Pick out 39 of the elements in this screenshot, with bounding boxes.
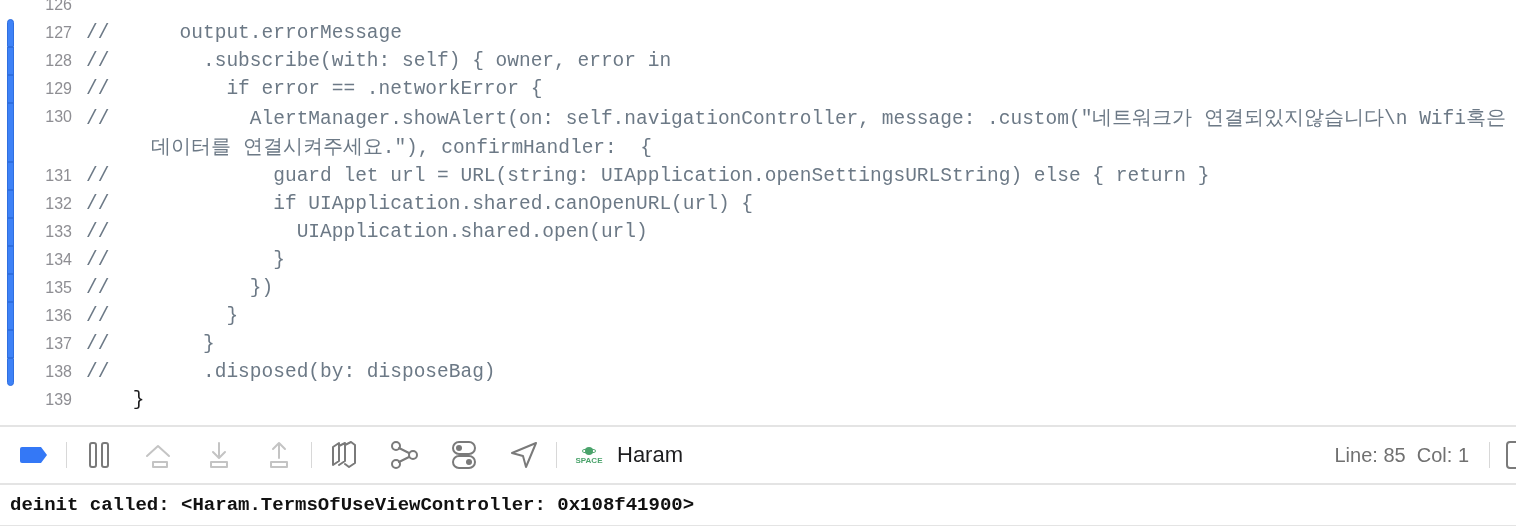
line-number: 139 [44,391,72,409]
stacked-layers-icon [331,441,357,469]
line-number: 127 [44,24,72,42]
code-line: // output.errorMessage [86,22,402,44]
line-number: 132 [44,195,72,213]
code-line: 데이터를 연결시켜주세요."), confirmHandler: { [151,136,652,160]
code-line: // if error == .networkError { [86,78,543,100]
code-line: } [131,389,145,411]
cursor-position: Line: 85 Col: 1 [1334,443,1469,467]
line-number: 130 [44,108,72,126]
code-line: // } [86,249,285,271]
scheme-target-button[interactable]: SPACE Haram [559,442,683,468]
code-line: // } [86,305,239,327]
toggles-icon [451,440,477,470]
step-into-icon [207,441,231,469]
code-line: // UIApplication.shared.open(url) [86,221,648,243]
panel-icon[interactable] [1506,441,1516,469]
line-number: 131 [44,167,72,185]
code-line: // if UIApplication.shared.canOpenURL(url) { [86,193,753,215]
line-number: 134 [44,251,72,269]
code-line: // guard let url = URL(string: UIApplication.openSettingsURLString) else { return } [86,165,1210,187]
code-line: // } [86,333,215,355]
step-out-icon [267,441,291,469]
location-arrow-icon [510,441,538,469]
console-line: deinit called: <Haram.TermsOfUseViewController: 0x108f41900> [10,494,695,516]
code-line: // .subscribe(with: self) { owner, error in [86,50,672,72]
line-number: 138 [44,363,72,381]
graph-nodes-icon [389,440,419,470]
line-number: 135 [44,279,72,297]
breakpoint-icon [19,446,49,464]
line-number: 137 [44,335,72,353]
code-line: // }) [86,277,274,299]
pause-icon [88,441,110,469]
line-number: 128 [44,52,72,70]
line-number: 129 [44,80,72,98]
line-number: 136 [44,307,72,325]
code-line: // .disposed(by: disposeBag) [86,361,496,383]
code-line: // AlertManager.showAlert(on: self.navigationController, message: .custom("네트워크가 연결되있지않습니다\n Wifi혹은 [86,106,1506,131]
line-number: 133 [44,223,72,241]
